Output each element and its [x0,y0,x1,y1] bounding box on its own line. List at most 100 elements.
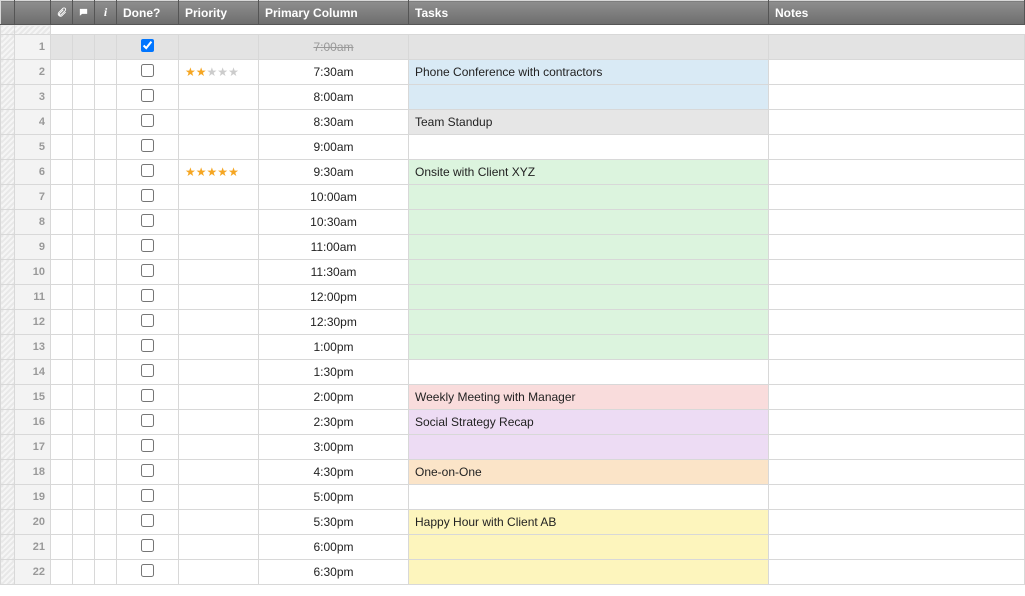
cell-priority[interactable] [179,410,259,435]
cell-attach[interactable] [51,560,73,585]
cell-notes[interactable] [769,185,1025,210]
cell-info[interactable] [95,485,117,510]
cell-comment[interactable] [73,260,95,285]
table-row[interactable]: 48:30amTeam Standup [1,110,1025,135]
row-number[interactable]: 21 [15,535,51,560]
row-number[interactable]: 13 [15,335,51,360]
cell-comment[interactable] [73,435,95,460]
table-row[interactable]: 141:30pm [1,360,1025,385]
cell-info[interactable] [95,185,117,210]
table-row[interactable]: 2★★★★★7:30amPhone Conference with contra… [1,60,1025,85]
cell-notes[interactable] [769,435,1025,460]
cell-comment[interactable] [73,560,95,585]
table-row[interactable]: 6★★★★★9:30amOnsite with Client XYZ [1,160,1025,185]
table-row[interactable]: 10 11:30am [1,260,1025,285]
table-row[interactable]: 911:00am [1,235,1025,260]
cell-notes[interactable] [769,60,1025,85]
cell-comment[interactable] [73,510,95,535]
cell-priority[interactable]: ★★★★★ [179,60,259,85]
cell-attach[interactable] [51,35,73,60]
done-checkbox[interactable] [141,114,154,127]
cell-attach[interactable] [51,535,73,560]
cell-comment[interactable] [73,460,95,485]
cell-comment[interactable] [73,360,95,385]
cell-attach[interactable] [51,235,73,260]
cell-info[interactable] [95,285,117,310]
done-checkbox[interactable] [141,314,154,327]
cell-info[interactable] [95,35,117,60]
cell-attach[interactable] [51,335,73,360]
cell-tasks[interactable]: Happy Hour with Client AB [409,510,769,535]
cell-primary[interactable]: 3:00pm [259,435,409,460]
cell-notes[interactable] [769,560,1025,585]
cell-priority[interactable] [179,560,259,585]
cell-attach[interactable] [51,385,73,410]
cell-primary[interactable]: 4:30pm [259,460,409,485]
cell-tasks[interactable]: One-on-One [409,460,769,485]
cell-notes[interactable] [769,135,1025,160]
cell-done[interactable] [117,510,179,535]
cell-done[interactable] [117,410,179,435]
cell-attach[interactable] [51,185,73,210]
row-number[interactable]: 14 [15,360,51,385]
cell-done[interactable] [117,185,179,210]
cell-primary[interactable]: 8:00am [259,85,409,110]
done-checkbox[interactable] [141,489,154,502]
cell-primary[interactable]: 9:30am [259,160,409,185]
cell-tasks[interactable] [409,35,769,60]
done-checkbox[interactable] [141,239,154,252]
cell-done[interactable] [117,285,179,310]
cell-comment[interactable] [73,335,95,360]
row-number[interactable]: 9 [15,235,51,260]
cell-done[interactable] [117,235,179,260]
cell-primary[interactable]: 6:30pm [259,560,409,585]
cell-primary[interactable]: 7:00am [259,35,409,60]
cell-info[interactable] [95,460,117,485]
cell-comment[interactable] [73,410,95,435]
cell-info[interactable] [95,135,117,160]
cell-attach[interactable] [51,285,73,310]
row-number[interactable]: 15 [15,385,51,410]
cell-info[interactable] [95,510,117,535]
cell-info[interactable] [95,85,117,110]
cell-comment[interactable] [73,235,95,260]
row-number[interactable]: 7 [15,185,51,210]
cell-done[interactable] [117,335,179,360]
cell-attach[interactable] [51,210,73,235]
cell-tasks[interactable] [409,85,769,110]
done-checkbox[interactable] [141,339,154,352]
row-number[interactable]: 10 [15,260,51,285]
cell-notes[interactable] [769,310,1025,335]
col-done[interactable]: Done? [117,1,179,25]
cell-priority[interactable] [179,485,259,510]
cell-attach[interactable] [51,435,73,460]
row-number[interactable]: 18 [15,460,51,485]
done-checkbox[interactable] [141,164,154,177]
cell-priority[interactable] [179,360,259,385]
row-number[interactable]: 16 [15,410,51,435]
cell-info[interactable] [95,560,117,585]
table-row[interactable]: 216:00pm [1,535,1025,560]
done-checkbox[interactable] [141,439,154,452]
col-priority[interactable]: Priority [179,1,259,25]
cell-comment[interactable] [73,485,95,510]
row-number[interactable]: 11 [15,285,51,310]
cell-notes[interactable] [769,485,1025,510]
cell-primary[interactable]: 1:00pm [259,335,409,360]
cell-tasks[interactable]: Social Strategy Recap [409,410,769,435]
done-checkbox[interactable] [141,214,154,227]
cell-info[interactable] [95,110,117,135]
cell-info[interactable] [95,535,117,560]
cell-comment[interactable] [73,210,95,235]
cell-tasks[interactable] [409,235,769,260]
cell-done[interactable] [117,560,179,585]
col-primary[interactable]: Primary Column [259,1,409,25]
table-row[interactable]: 1212:30pm [1,310,1025,335]
table-row[interactable]: 17:00am [1,35,1025,60]
cell-priority[interactable] [179,185,259,210]
cell-primary[interactable]: 2:00pm [259,385,409,410]
cell-primary[interactable]: 10:30am [259,210,409,235]
cell-done[interactable] [117,385,179,410]
cell-primary[interactable]: 11:30am [259,260,409,285]
cell-tasks[interactable] [409,260,769,285]
